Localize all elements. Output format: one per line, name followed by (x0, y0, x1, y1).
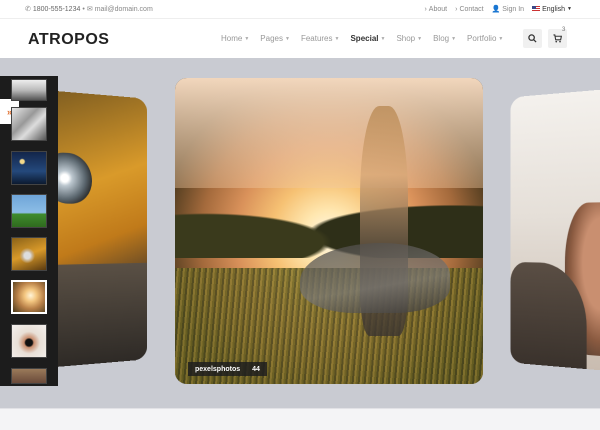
nav-portfolio[interactable]: Portfolio ▼ (467, 34, 503, 43)
contact-info: ✆ 1800-555-1234 • ✉ mail@domain.com (25, 5, 153, 14)
image-slider[interactable]: pexelsphotos 44 (0, 58, 600, 408)
user-icon: 👤 (491, 6, 501, 13)
mail-icon: ✉ (86, 6, 93, 13)
search-icon (528, 34, 537, 43)
chevron-down-icon: ▼ (284, 35, 290, 42)
contact-link[interactable]: › Contact (455, 6, 483, 13)
slide-next[interactable] (510, 88, 600, 372)
cart-icon (553, 34, 562, 43)
top-bar: ✆ 1800-555-1234 • ✉ mail@domain.com › Abo… (0, 0, 600, 19)
site-logo[interactable]: ATROPOS (28, 31, 109, 49)
chevron-down-icon: ▼ (244, 35, 250, 42)
email-link[interactable]: mail@domain.com (95, 6, 153, 13)
language-selector[interactable]: English ▼ (532, 6, 572, 13)
nav-label: Home (221, 34, 243, 43)
nav-pages[interactable]: Pages ▼ (260, 34, 290, 43)
nav-label: Shop (396, 34, 416, 43)
signin-label: Sign In (502, 5, 525, 13)
chevron-down-icon: ▼ (498, 35, 504, 42)
chevron-down-icon: ▼ (451, 35, 457, 42)
nav-label: Blog (433, 34, 450, 43)
slide-caption: pexelsphotos 44 (188, 362, 267, 376)
thumbnail-item[interactable] (11, 194, 47, 228)
phone-icon: ✆ (25, 6, 31, 13)
language-label: English (542, 5, 566, 13)
about-label: About (428, 5, 448, 13)
cart-count-badge: 3 (562, 27, 566, 33)
chevron-down-icon: ▼ (380, 35, 386, 42)
thumbnail-item[interactable] (11, 107, 47, 141)
nav-special[interactable]: Special ▼ (350, 34, 385, 43)
nav-label: Features (300, 34, 333, 43)
thumbnail-item[interactable] (11, 237, 47, 271)
separator: • (82, 5, 85, 13)
nav-label: Pages (260, 34, 283, 43)
chevron-down-icon: ▼ (567, 6, 572, 12)
chevron-down-icon: ▼ (417, 35, 423, 42)
contact-label: Contact (459, 5, 484, 13)
chevron-down-icon: ▼ (334, 35, 340, 42)
nav-home[interactable]: Home ▼ (221, 34, 249, 43)
about-link[interactable]: › About (424, 6, 447, 13)
main-nav: Home ▼ Pages ▼ Features ▼ Special ▼ Shop ▼ Bl… (221, 34, 503, 43)
content-band (0, 408, 600, 430)
nav-features[interactable]: Features ▼ (301, 34, 340, 43)
slide-active[interactable]: pexelsphotos 44 (175, 78, 483, 384)
thumbnail-item[interactable] (11, 151, 47, 185)
flag-icon (532, 6, 541, 12)
nav-label: Special (350, 34, 379, 43)
site-header: ATROPOS Home ▼ Pages ▼ Features ▼ Special ▼ … (0, 19, 600, 58)
nav-blog[interactable]: Blog ▼ (433, 34, 456, 43)
top-links: › About › Contact 👤 Sign In English ▼ (424, 5, 572, 14)
caption-count: 44 (252, 365, 260, 373)
nav-label: Portfolio (467, 34, 497, 43)
search-button[interactable] (523, 29, 542, 48)
thumbnail-item-active[interactable] (11, 280, 47, 314)
contact-icon: › (455, 5, 458, 13)
trees-silhouette-image (175, 178, 483, 258)
skirt-image (300, 243, 450, 313)
caption-username[interactable]: pexelsphotos (195, 366, 240, 373)
sunset-sky-image (175, 78, 483, 188)
about-icon: › (424, 5, 427, 13)
signin-link[interactable]: 👤 Sign In (491, 5, 525, 14)
nav-shop[interactable]: Shop ▼ (396, 34, 422, 43)
thumbnail-item[interactable] (11, 324, 47, 358)
phone-number[interactable]: 1800-555-1234 (33, 6, 81, 13)
thumbnail-item[interactable] (11, 368, 47, 384)
thumbnail-item[interactable] (11, 79, 47, 101)
